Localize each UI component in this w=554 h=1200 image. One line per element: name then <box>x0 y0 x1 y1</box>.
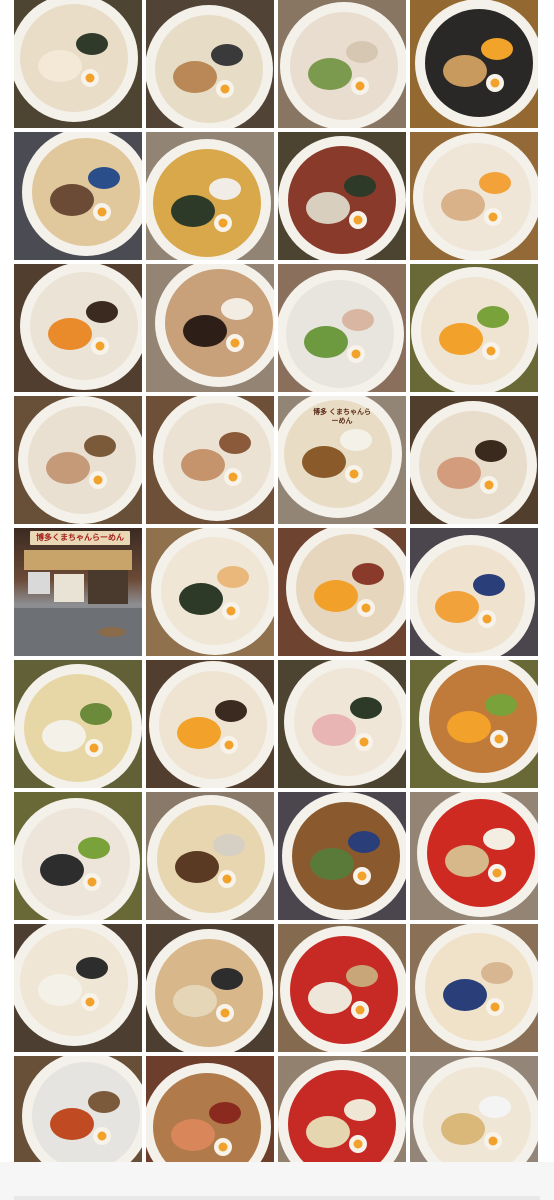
food-photo <box>146 132 274 260</box>
photo-thumbnail[interactable] <box>278 264 406 392</box>
food-photo <box>410 0 538 128</box>
photo-thumbnail[interactable] <box>14 924 142 1052</box>
photo-thumbnail[interactable] <box>146 660 274 788</box>
food-photo <box>146 792 274 920</box>
photo-thumbnail[interactable] <box>410 792 538 920</box>
food-photo <box>146 924 274 1052</box>
food-photo <box>410 792 538 920</box>
food-photo <box>410 924 538 1052</box>
photo-thumbnail[interactable] <box>146 132 274 260</box>
photo-thumbnail[interactable] <box>410 132 538 260</box>
food-photo <box>14 396 142 524</box>
food-photo <box>146 0 274 128</box>
food-photo <box>146 396 274 524</box>
photo-thumbnail[interactable] <box>14 132 142 260</box>
photo-thumbnail[interactable]: 博多 くまちゃんらーめん <box>278 396 406 524</box>
next-row-preview <box>0 1162 554 1200</box>
next-row-edge <box>14 1196 540 1200</box>
food-photo <box>14 264 142 392</box>
photo-thumbnail[interactable] <box>410 528 538 656</box>
photo-thumbnail[interactable] <box>146 264 274 392</box>
food-photo <box>14 924 142 1052</box>
food-photo <box>410 528 538 656</box>
photo-thumbnail[interactable] <box>278 660 406 788</box>
photo-thumbnail[interactable] <box>146 792 274 920</box>
photo-thumbnail[interactable]: 博多くまちゃんらーめん <box>14 528 142 656</box>
food-photo <box>278 792 406 920</box>
photo-thumbnail[interactable] <box>410 924 538 1052</box>
food-photo <box>146 660 274 788</box>
food-photo <box>278 0 406 128</box>
food-photo <box>14 660 142 788</box>
photo-thumbnail[interactable] <box>14 264 142 392</box>
food-photo <box>14 0 142 128</box>
photo-thumbnail[interactable] <box>14 396 142 524</box>
bowl-label: 博多 くまちゃんらーめん <box>313 409 371 425</box>
food-photo <box>278 528 406 656</box>
photo-thumbnail[interactable] <box>14 660 142 788</box>
food-photo <box>278 660 406 788</box>
food-photo <box>410 264 538 392</box>
photo-thumbnail[interactable] <box>146 396 274 524</box>
food-photo <box>278 264 406 392</box>
photo-thumbnail[interactable] <box>278 792 406 920</box>
photo-thumbnail[interactable] <box>146 528 274 656</box>
photo-thumbnail[interactable] <box>146 924 274 1052</box>
photo-grid: 博多 くまちゃんらーめん博多くまちゃんらーめん <box>14 0 538 1184</box>
photo-thumbnail[interactable] <box>278 924 406 1052</box>
food-photo <box>410 132 538 260</box>
food-photo <box>146 528 274 656</box>
photo-thumbnail[interactable] <box>278 528 406 656</box>
photo-thumbnail[interactable] <box>278 132 406 260</box>
photo-thumbnail[interactable] <box>278 0 406 128</box>
photo-thumbnail[interactable] <box>410 264 538 392</box>
storefront-photo <box>14 550 142 656</box>
food-photo <box>14 132 142 260</box>
photo-thumbnail[interactable] <box>410 396 538 524</box>
photo-thumbnail[interactable] <box>14 792 142 920</box>
shop-sign: 博多くまちゃんらーめん <box>30 531 130 545</box>
food-photo <box>278 924 406 1052</box>
photo-thumbnail[interactable] <box>146 0 274 128</box>
food-photo <box>146 264 274 392</box>
photo-thumbnail[interactable] <box>14 0 142 128</box>
photo-thumbnail[interactable] <box>410 660 538 788</box>
food-photo <box>410 396 538 524</box>
food-photo <box>278 132 406 260</box>
photo-thumbnail[interactable] <box>410 0 538 128</box>
food-photo <box>14 792 142 920</box>
food-photo <box>410 660 538 788</box>
